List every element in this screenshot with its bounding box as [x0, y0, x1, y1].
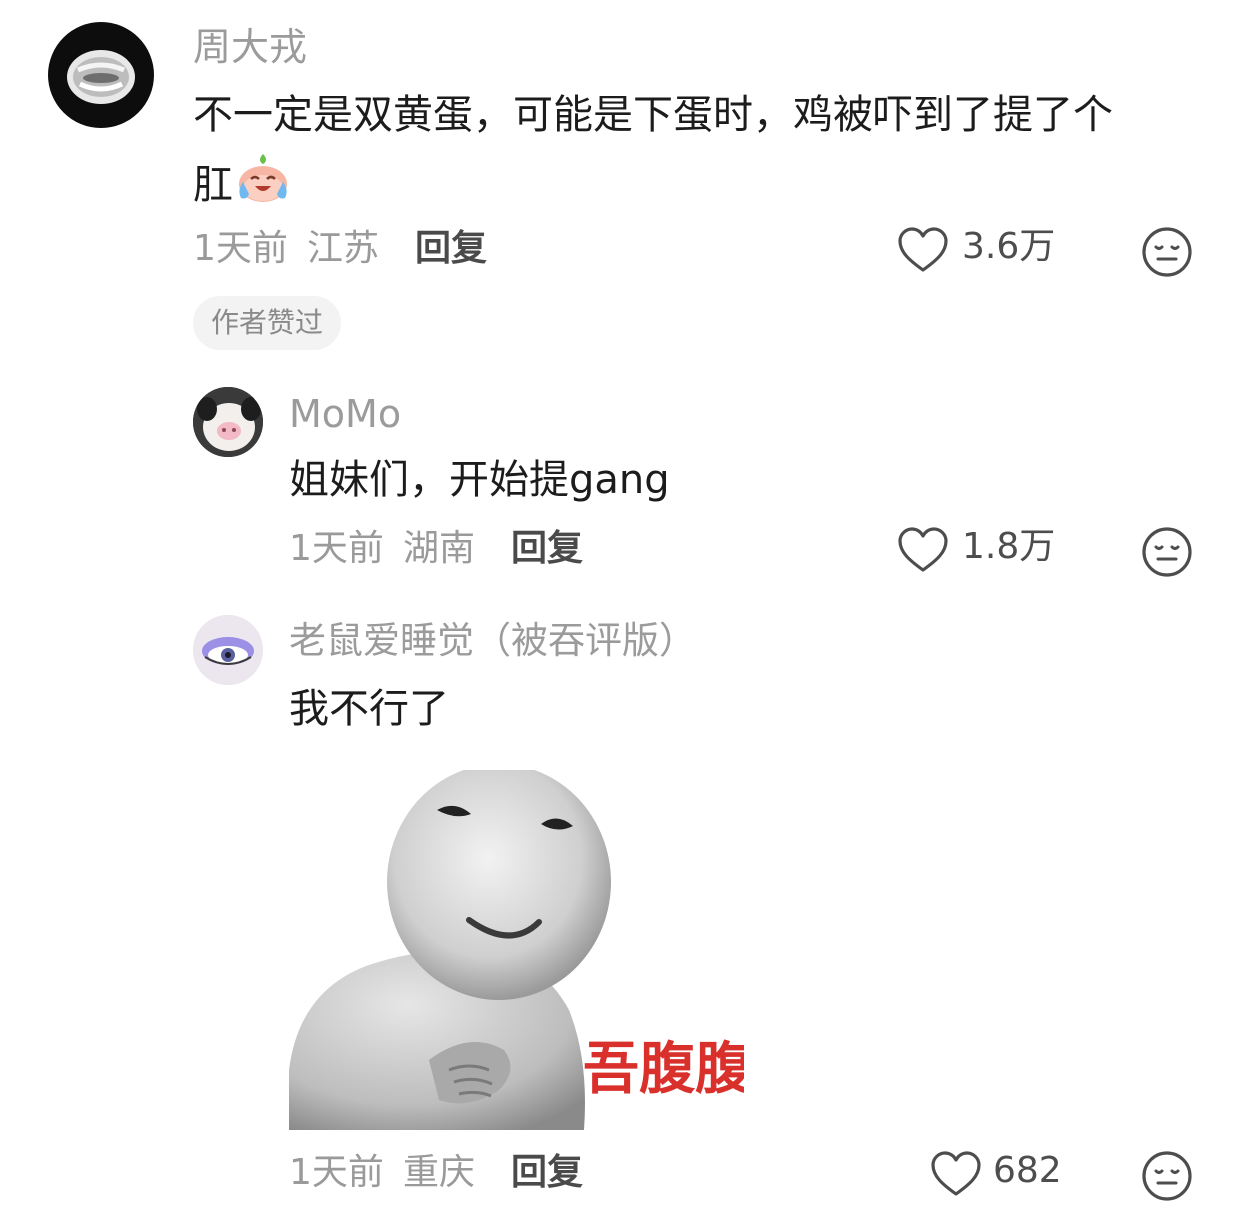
like-count: 1.8万: [962, 526, 1056, 567]
reply-button[interactable]: 回复: [511, 531, 583, 567]
dislike-button[interactable]: [1141, 526, 1193, 578]
neutral-face-icon: [1142, 227, 1192, 277]
like-button[interactable]: [897, 226, 949, 274]
reply-time: 1天前: [289, 1152, 384, 1193]
heart-outline-icon: [898, 227, 948, 272]
comment-text: 不一定是双黄蛋，可能是下蛋时，鸡被吓到了提了个 肛: [193, 80, 1113, 220]
reply-button[interactable]: 回复: [415, 231, 487, 267]
neutral-face-icon: [1142, 527, 1192, 577]
username[interactable]: MoMo: [289, 395, 401, 433]
reply-time: 1天前: [289, 528, 384, 569]
reply-location: 重庆: [403, 1152, 476, 1193]
dislike-button[interactable]: [1141, 1150, 1193, 1202]
reply-text: 姐妹们，开始提gang: [289, 457, 670, 503]
comment-time: 1天前: [193, 228, 288, 269]
sticker-image[interactable]: 吾腹腹: [289, 770, 744, 1130]
sticker-caption: 吾腹腹: [583, 1037, 744, 1102]
reply-location: 湖南: [403, 528, 476, 569]
avatar-hamster-image: [193, 387, 263, 457]
dislike-button[interactable]: [1141, 226, 1193, 278]
comment-text-line2: 肛: [193, 162, 233, 208]
author-liked-badge: 作者赞过: [193, 296, 342, 350]
like-button[interactable]: [930, 1150, 982, 1198]
heart-outline-icon: [898, 527, 948, 572]
avatar-face-image: [67, 50, 135, 104]
comment-text-line1: 不一定是双黄蛋，可能是下蛋时，鸡被吓到了提了个: [193, 92, 1113, 138]
username[interactable]: 老鼠爱睡觉（被吞评版）: [289, 622, 696, 659]
avatar-laoshu[interactable]: [193, 615, 263, 685]
neutral-face-icon: [1142, 1151, 1192, 1201]
reply-button[interactable]: 回复: [511, 1155, 583, 1191]
like-count: 682: [993, 1150, 1062, 1191]
heart-outline-icon: [931, 1151, 981, 1196]
avatar-momo[interactable]: [193, 387, 263, 457]
like-count: 3.6万: [962, 226, 1056, 267]
avatar-zhoudarong[interactable]: [48, 22, 154, 128]
username[interactable]: 周大戎: [193, 28, 307, 66]
crying-laughing-emoji: [235, 152, 291, 204]
avatar-eye-image: [193, 615, 263, 685]
comment-location: 江苏: [307, 228, 380, 269]
like-button[interactable]: [897, 526, 949, 574]
reply-text: 我不行了: [289, 686, 449, 732]
